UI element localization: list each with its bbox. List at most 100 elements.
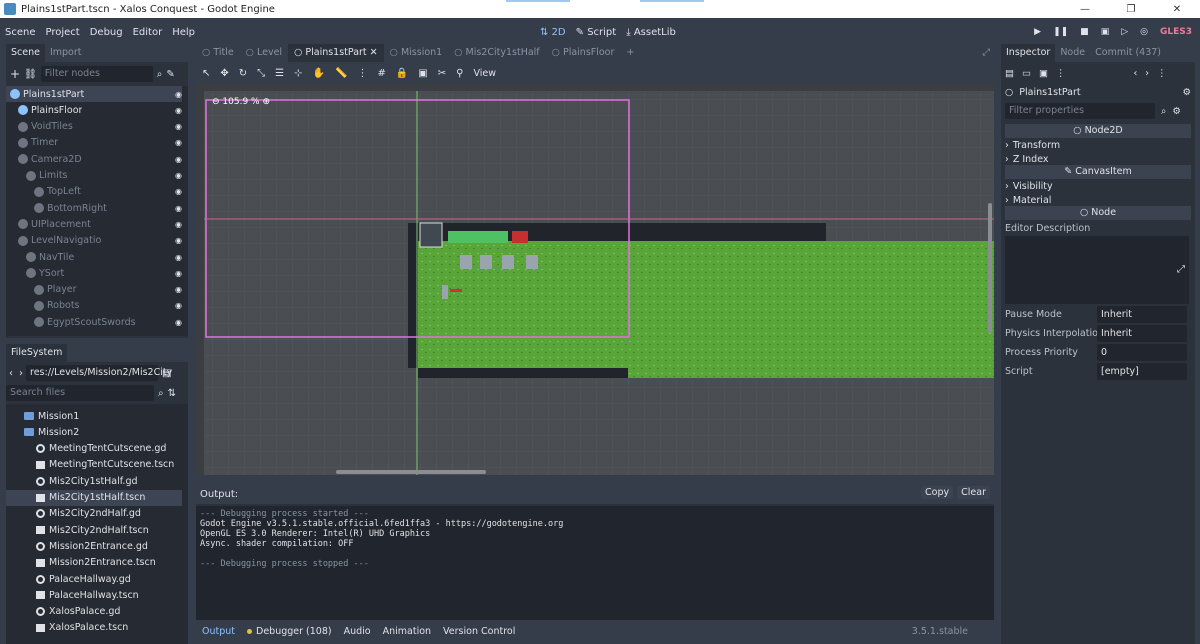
section-canvasitem[interactable]: ✎ CanvasItem xyxy=(1005,165,1191,179)
scene-node-topleft[interactable]: TopLeft ◉ xyxy=(6,184,182,200)
stop-icon[interactable]: ■ xyxy=(1080,27,1089,37)
file-item[interactable]: Mission2 xyxy=(6,424,182,440)
menu-scene[interactable]: Scene xyxy=(0,27,41,38)
file-item[interactable]: PalaceHallway.gd xyxy=(6,571,182,587)
select-tool-icon[interactable]: ↖ xyxy=(202,68,210,79)
view-menu[interactable]: View xyxy=(473,68,496,79)
grid-icon[interactable]: # xyxy=(377,68,385,79)
node-visibility-icon[interactable]: ◉ xyxy=(175,90,182,99)
play-custom-icon[interactable]: ▷ xyxy=(1121,27,1128,37)
tab-version-control[interactable]: Version Control xyxy=(443,626,515,637)
pivot-icon[interactable]: ⊹ xyxy=(294,68,302,79)
property-value[interactable]: [empty] xyxy=(1097,363,1187,380)
file-item[interactable]: PalaceHallway.tscn xyxy=(6,587,182,603)
move-tool-icon[interactable]: ✥ xyxy=(220,68,228,79)
scene-node-navtile[interactable]: NavTile ◉ xyxy=(6,249,182,265)
menu-debug[interactable]: Debug xyxy=(85,27,128,38)
bone-icon[interactable]: ✂ xyxy=(438,68,446,79)
scene-node-plains1stpart[interactable]: Plains1stPart ◉ xyxy=(6,86,182,102)
node-visibility-icon[interactable]: ◉ xyxy=(175,253,182,262)
node-visibility-icon[interactable]: ◉ xyxy=(175,269,182,278)
movie-icon[interactable]: ◎ xyxy=(1140,27,1148,37)
scale-tool-icon[interactable]: ⤡ xyxy=(257,68,265,79)
viewport-2d[interactable]: ⊖ 105.9 % ⊕ xyxy=(196,83,994,475)
scene-node-camera2d[interactable]: Camera2D ◉ xyxy=(6,151,182,167)
scene-tab[interactable]: ○ PlainsFloor xyxy=(546,44,621,62)
property-value[interactable]: Inherit xyxy=(1097,306,1187,323)
open-folder-icon[interactable]: ▭ xyxy=(1022,68,1031,79)
scene-node-ysort[interactable]: YSort ◉ xyxy=(6,265,182,281)
node-visibility-icon[interactable]: ◉ xyxy=(175,155,182,164)
group-icon[interactable]: ▣ xyxy=(418,68,427,79)
expand-icon[interactable]: ⤢ xyxy=(1177,264,1185,275)
history-icon[interactable]: ⋮ xyxy=(1157,68,1167,79)
workspace-2d-button[interactable]: ⇅ 2D xyxy=(540,27,566,38)
node-visibility-icon[interactable]: ◉ xyxy=(175,106,182,115)
tab-scene[interactable]: Scene xyxy=(6,44,45,62)
pan-icon[interactable]: ✋ xyxy=(313,68,325,79)
clear-button[interactable]: Clear xyxy=(957,486,990,499)
scene-node-limits[interactable]: Limits ◉ xyxy=(6,168,182,184)
property-value[interactable]: 0 xyxy=(1097,344,1187,361)
key-icon[interactable]: ⚲ xyxy=(456,68,463,79)
scene-node-robots[interactable]: Robots ◉ xyxy=(6,298,182,314)
minimize-button[interactable]: — xyxy=(1062,0,1108,18)
maximize-button[interactable]: ❐ xyxy=(1108,0,1154,18)
rotate-tool-icon[interactable]: ↻ xyxy=(239,68,247,79)
zoom-control[interactable]: ⊖ 105.9 % ⊕ xyxy=(212,97,270,107)
script-icon[interactable]: ✎ xyxy=(166,69,174,80)
tab-inspector[interactable]: Inspector xyxy=(1001,44,1056,62)
workspace-script-button[interactable]: ✎ Script xyxy=(576,27,617,38)
property-value[interactable]: Inherit xyxy=(1097,325,1187,342)
new-resource-icon[interactable]: ▤ xyxy=(1005,68,1014,79)
path-input[interactable]: res://Levels/Mission2/Mis2City xyxy=(26,365,172,381)
node-visibility-icon[interactable]: ◉ xyxy=(175,285,182,294)
close-button[interactable]: ✕ xyxy=(1154,0,1200,18)
menu-project[interactable]: Project xyxy=(41,27,85,38)
lock-icon[interactable]: 🔒 xyxy=(396,68,408,79)
scene-tab[interactable]: ○ Level xyxy=(240,44,288,62)
file-item[interactable]: XalosPalace.tscn xyxy=(6,620,182,636)
tab-animation[interactable]: Animation xyxy=(383,626,431,637)
node-visibility-icon[interactable]: ◉ xyxy=(175,138,182,147)
output-log[interactable]: --- Debugging process started --- Godot E… xyxy=(196,506,994,620)
tab-output[interactable]: Output xyxy=(202,626,235,637)
menu-editor[interactable]: Editor xyxy=(128,27,168,38)
scene-node-timer[interactable]: Timer ◉ xyxy=(6,135,182,151)
scene-node-levelnavigatio[interactable]: LevelNavigatio ◉ xyxy=(6,233,182,249)
scene-node-egyptscoutswords[interactable]: EgyptScoutSwords ◉ xyxy=(6,314,182,330)
distraction-free-icon[interactable]: ⤢ xyxy=(976,44,996,62)
node-visibility-icon[interactable]: ◉ xyxy=(175,204,182,213)
scene-node-uiplacement[interactable]: UIPlacement ◉ xyxy=(6,216,182,232)
filter-nodes-input[interactable]: Filter nodes xyxy=(40,66,153,82)
close-tab-icon[interactable]: ✕ xyxy=(367,47,378,58)
sort-icon[interactable]: ⇅ xyxy=(168,388,176,399)
node-visibility-icon[interactable]: ◉ xyxy=(175,236,182,245)
scene-tab[interactable]: ○ Mis2City1stHalf xyxy=(448,44,545,62)
save-icon[interactable]: ▣ xyxy=(1039,68,1048,79)
node-visibility-icon[interactable]: ◉ xyxy=(175,301,182,310)
property-options-icon[interactable]: ⚙ xyxy=(1172,106,1181,117)
instance-icon[interactable]: ⛓ xyxy=(24,69,37,80)
play-icon[interactable]: ▶ xyxy=(1034,27,1041,37)
ruler-icon[interactable]: 📏 xyxy=(335,68,347,79)
menu-help[interactable]: Help xyxy=(167,27,200,38)
tab-filesystem[interactable]: FileSystem xyxy=(6,344,68,362)
history-back-icon[interactable]: ‹ xyxy=(1133,68,1137,79)
file-item[interactable]: MeetingTentCutscene.gd xyxy=(6,441,182,457)
search-files-input[interactable]: Search files xyxy=(6,385,154,401)
play-scene-icon[interactable]: ▣ xyxy=(1101,27,1110,37)
file-item[interactable]: Mis2City2ndHalf.gd xyxy=(6,506,182,522)
node-visibility-icon[interactable]: ◉ xyxy=(175,187,182,196)
pause-icon[interactable]: ❚❚ xyxy=(1053,27,1068,37)
tab-import[interactable]: Import xyxy=(45,44,87,62)
forward-arrow-icon[interactable]: › xyxy=(16,368,26,379)
file-item[interactable]: Mission2Entrance.tscn xyxy=(6,555,182,571)
add-tab-icon[interactable]: + xyxy=(620,44,640,62)
editor-description-textarea[interactable]: ⤢ xyxy=(1005,236,1189,304)
scene-node-voidtiles[interactable]: VoidTiles ◉ xyxy=(6,119,182,135)
scene-node-bottomright[interactable]: BottomRight ◉ xyxy=(6,200,182,216)
v-scrollbar[interactable] xyxy=(988,203,992,333)
file-item[interactable]: Mission2Entrance.gd xyxy=(6,538,182,554)
workspace-assetlib-button[interactable]: ⤓ AssetLib xyxy=(626,27,676,38)
